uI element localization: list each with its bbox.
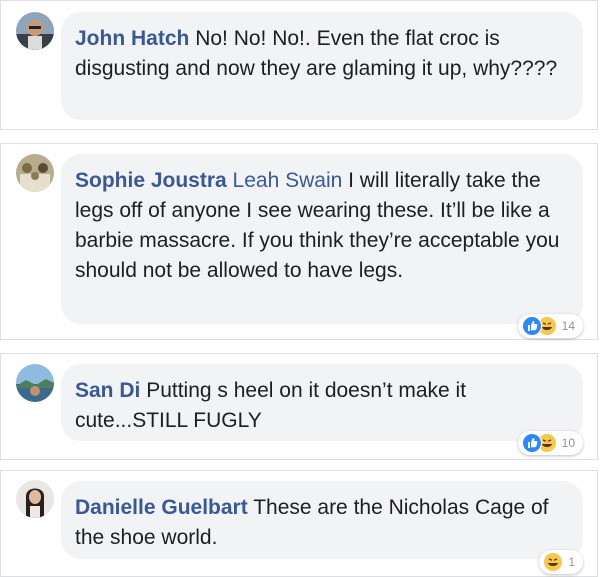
reaction-count: 1 — [568, 555, 575, 569]
reaction-summary[interactable]: 1 — [539, 550, 583, 574]
haha-icon — [543, 552, 564, 572]
comment-card: San Di Putting s heel on it doesn’t make… — [0, 353, 598, 460]
reaction-summary[interactable]: 10 — [517, 431, 583, 455]
comment-card: Sophie Joustra Leah Swain I will literal… — [0, 143, 598, 340]
comment-author[interactable]: Sophie Joustra — [75, 169, 227, 192]
tagged-user[interactable]: Leah Swain — [233, 169, 343, 192]
avatar-photo-icon — [16, 364, 54, 402]
avatar[interactable] — [16, 12, 54, 50]
comment-bubble: Danielle Guelbart These are the Nicholas… — [61, 481, 583, 559]
comment-author[interactable]: John Hatch — [75, 27, 189, 50]
reaction-count: 10 — [561, 436, 575, 450]
like-icon — [521, 433, 542, 453]
avatar-photo-icon — [16, 12, 54, 50]
reaction-count: 14 — [561, 319, 575, 333]
reaction-summary[interactable]: 14 — [517, 314, 583, 338]
comment-bubble: Sophie Joustra Leah Swain I will literal… — [61, 154, 583, 324]
like-icon — [521, 316, 542, 336]
comment-author[interactable]: San Di — [75, 379, 140, 402]
comment-card: Danielle Guelbart These are the Nicholas… — [0, 470, 598, 577]
avatar-photo-icon — [16, 154, 54, 192]
comment-card: John Hatch No! No! No!. Even the flat cr… — [0, 0, 598, 130]
comment-bubble: John Hatch No! No! No!. Even the flat cr… — [61, 12, 583, 120]
avatar[interactable] — [16, 364, 54, 402]
avatar-photo-icon — [16, 480, 54, 518]
avatar[interactable] — [16, 480, 54, 518]
comment-bubble: San Di Putting s heel on it doesn’t make… — [61, 364, 583, 441]
comment-author[interactable]: Danielle Guelbart — [75, 496, 248, 519]
avatar[interactable] — [16, 154, 54, 192]
